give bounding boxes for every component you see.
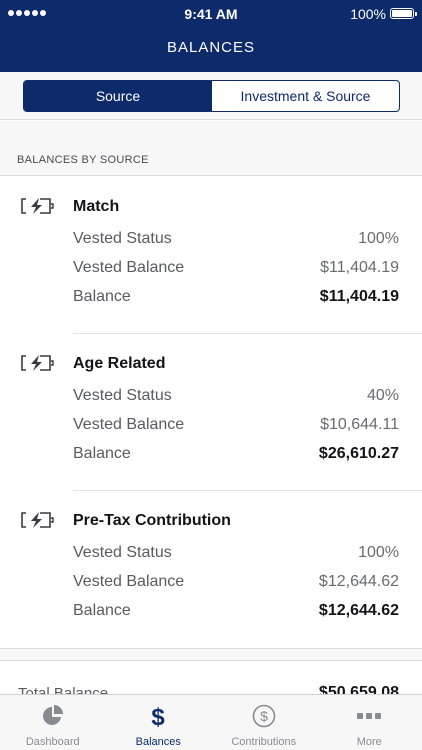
row-value: $26,610.27 xyxy=(318,445,399,462)
total-balance-row: Total Balance $50,659.08 xyxy=(0,660,422,702)
battery-charge-icon xyxy=(21,355,54,371)
status-bar: 9:41 AM 100% xyxy=(0,0,422,28)
vested-status-row: Vested Status 40% xyxy=(73,385,399,407)
vested-balance-row: Vested Balance $12,644.62 xyxy=(73,571,399,593)
svg-text:$: $ xyxy=(260,708,268,724)
app-header: 9:41 AM 100% BALANCES xyxy=(0,0,422,72)
row-label: Balance xyxy=(73,445,131,462)
battery-charge-icon xyxy=(21,198,54,214)
section-header: BALANCES BY SOURCE xyxy=(0,121,422,176)
battery-percent: 100% xyxy=(350,6,386,22)
row-label: Balance xyxy=(73,288,131,305)
tab-label: Balances xyxy=(135,736,181,748)
segment-source[interactable]: Source xyxy=(24,81,212,111)
section-title: BALANCES BY SOURCE xyxy=(17,154,149,166)
balance-row: Balance $11,404.19 xyxy=(73,286,399,308)
row-value: 100% xyxy=(358,544,399,561)
row-value: $11,404.19 xyxy=(319,288,399,305)
source-card[interactable]: Match Vested Status 100% Vested Balance $1… xyxy=(0,177,422,334)
balance-row: Balance $12,644.62 xyxy=(73,600,399,622)
row-label: Vested Balance xyxy=(73,573,185,590)
tab-label: More xyxy=(356,736,382,748)
source-list: Match Vested Status 100% Vested Balance $1… xyxy=(0,177,422,648)
row-value: 100% xyxy=(358,230,399,247)
row-value: $12,644.62 xyxy=(318,573,399,590)
page-title: BALANCES xyxy=(166,39,256,56)
row-value: $11,404.19 xyxy=(320,259,399,276)
more-icon xyxy=(357,713,382,719)
vested-balance-row: Vested Balance $10,644.11 xyxy=(73,414,399,436)
segment-investment-source[interactable]: Investment & Source xyxy=(212,81,399,111)
row-label: Vested Status xyxy=(73,387,172,404)
vested-balance-row: Vested Balance $11,404.19 xyxy=(73,257,399,279)
balance-row: Balance $26,610.27 xyxy=(73,443,399,465)
tab-label: Dashboard xyxy=(25,736,80,748)
battery-charge-icon xyxy=(21,512,54,528)
view-segmented-control: Source Investment & Source xyxy=(23,80,400,112)
tab-dashboard[interactable]: Dashboard xyxy=(0,695,106,750)
battery-icon xyxy=(390,8,417,19)
dollar-circle-icon: $ xyxy=(252,704,276,728)
source-card[interactable]: Pre-Tax Contribution Vested Status 100% V… xyxy=(0,491,422,648)
svg-text:$: $ xyxy=(152,704,166,728)
row-label: Vested Status xyxy=(73,230,172,247)
source-name: Match xyxy=(73,198,120,215)
vested-status-row: Vested Status 100% xyxy=(73,228,399,250)
row-label: Vested Balance xyxy=(73,259,185,276)
tab-bar: Dashboard $ Balances $ Contributions Mor… xyxy=(0,694,422,750)
source-name: Pre-Tax Contribution xyxy=(73,512,231,529)
tab-more[interactable]: More xyxy=(317,695,422,750)
row-value: $10,644.11 xyxy=(320,416,399,433)
row-label: Vested Status xyxy=(73,544,172,561)
source-name: Age Related xyxy=(73,355,166,372)
pie-chart-icon xyxy=(42,705,63,725)
row-value: $12,644.62 xyxy=(318,602,399,619)
row-label: Balance xyxy=(73,602,131,619)
vested-status-row: Vested Status 100% xyxy=(73,542,399,564)
segment-bar: Source Investment & Source xyxy=(0,72,422,120)
tab-contributions[interactable]: $ Contributions xyxy=(211,695,317,750)
row-label: Vested Balance xyxy=(73,416,185,433)
tab-label: Contributions xyxy=(231,736,297,748)
row-value: 40% xyxy=(366,387,399,404)
dollar-icon: $ xyxy=(152,704,166,728)
tab-balances[interactable]: $ Balances xyxy=(106,695,212,750)
source-card[interactable]: Age Related Vested Status 40% Vested Bala… xyxy=(0,334,422,491)
